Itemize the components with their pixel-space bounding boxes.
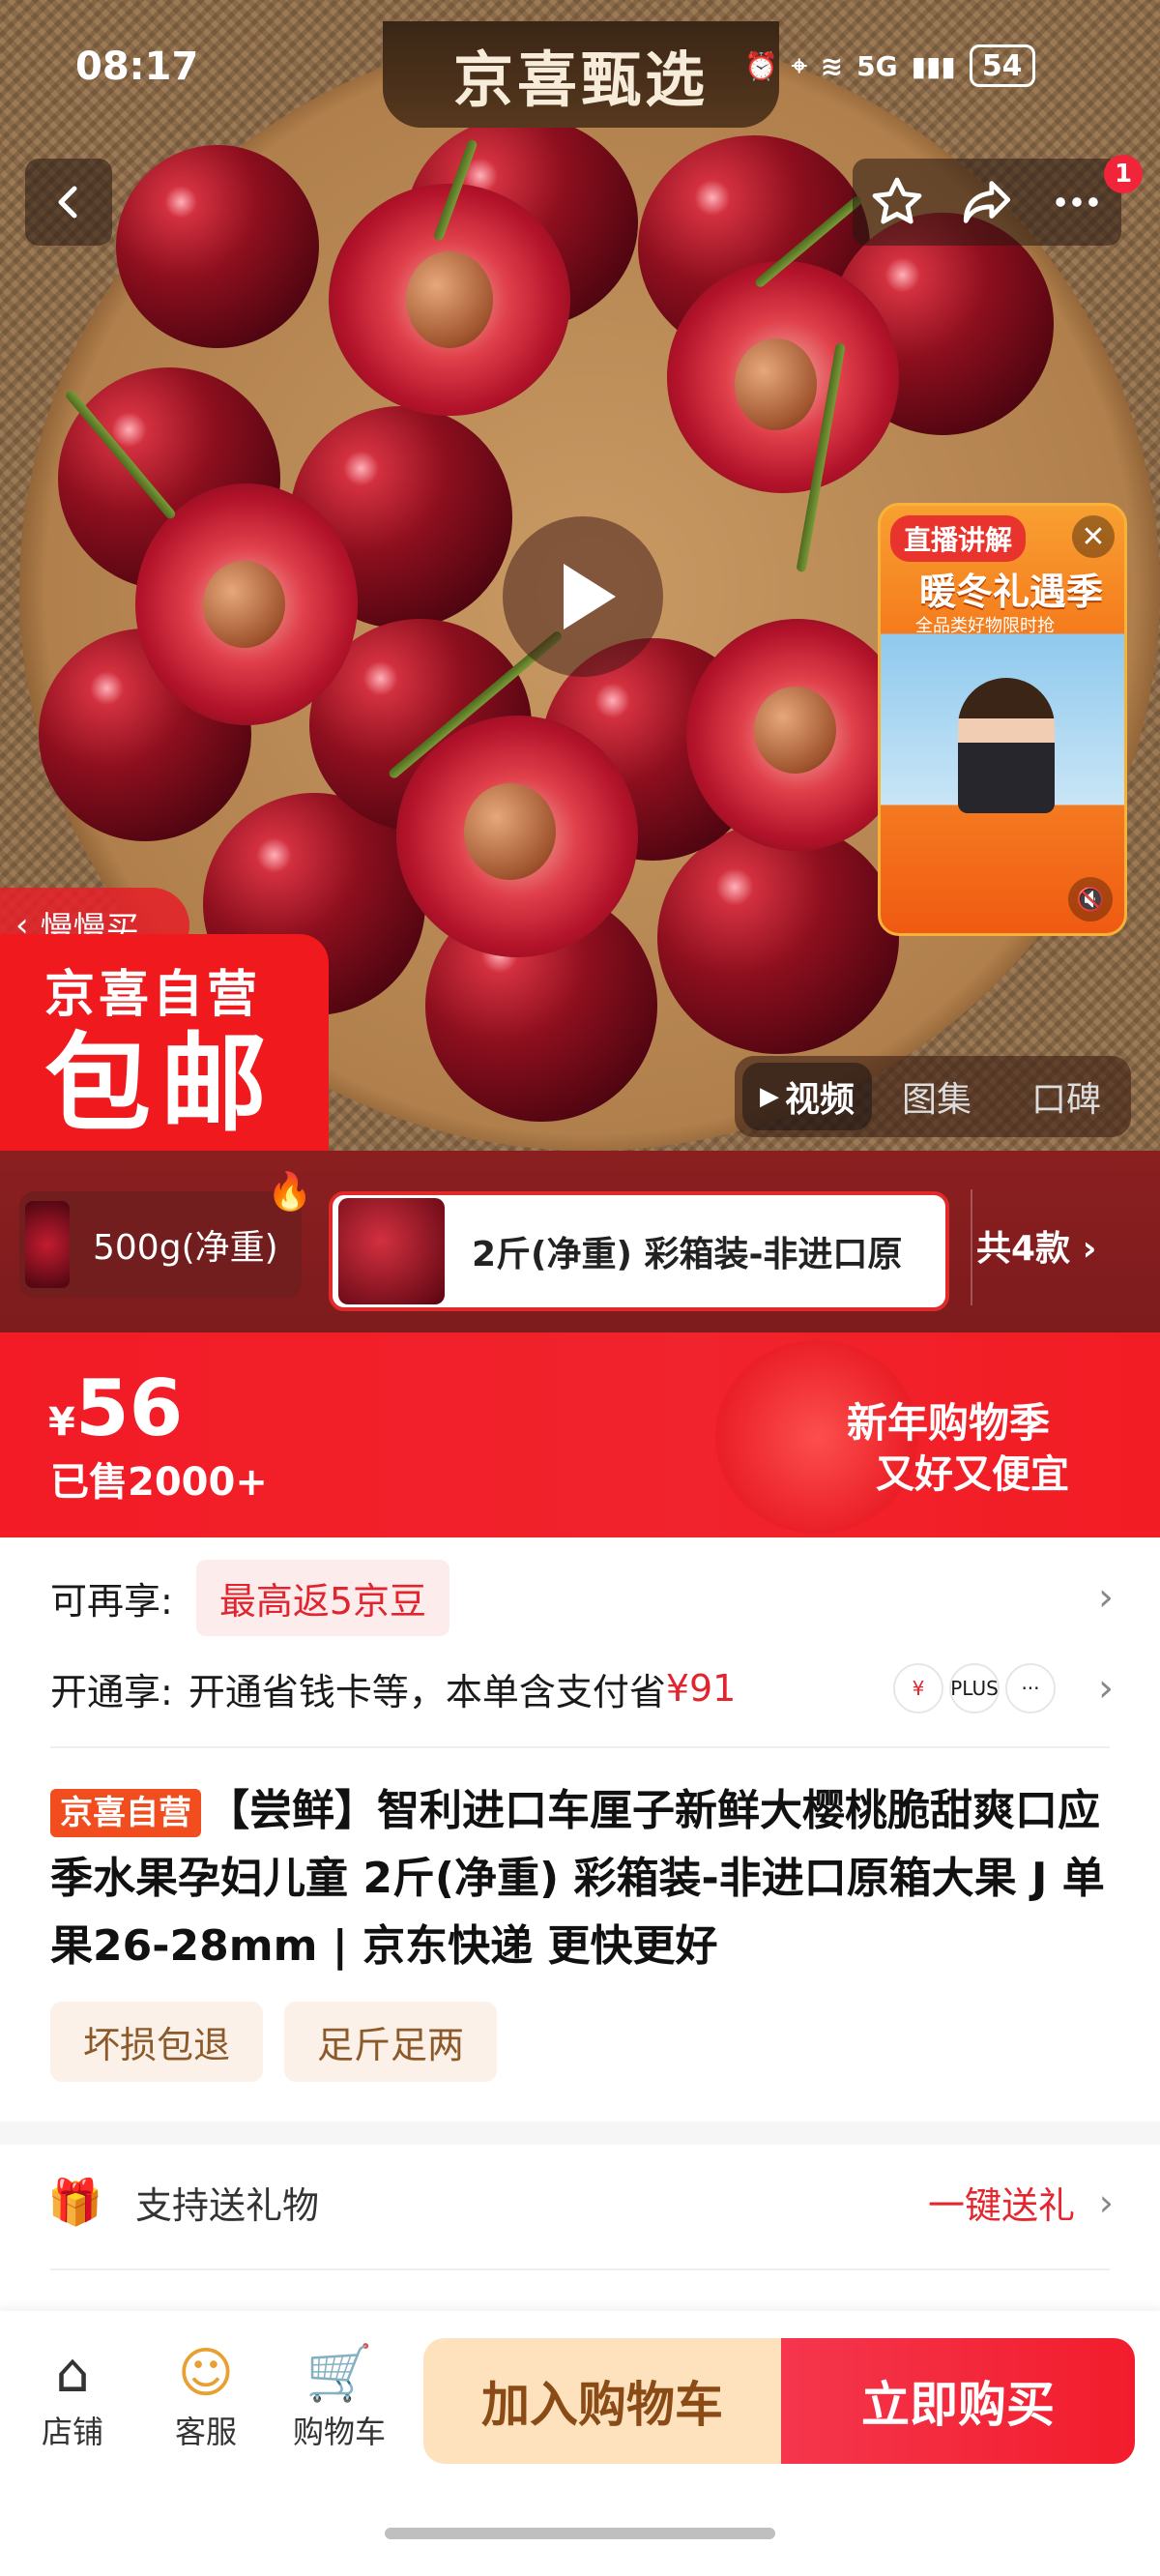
cherry-image: [657, 822, 899, 1054]
location-icon: ⌖: [791, 49, 807, 81]
divider: [50, 2269, 1110, 2270]
store-icon: ⌂: [55, 2342, 90, 2405]
sold-count: 已售2000+: [50, 1460, 268, 1505]
mute-icon[interactable]: 🔇: [1068, 877, 1113, 922]
gift-icon: 🎁: [47, 2176, 103, 2228]
tab-gallery[interactable]: 图集: [872, 1071, 1001, 1122]
battery-indicator: 54: [969, 44, 1035, 87]
add-to-cart-button[interactable]: 加入购物车: [423, 2338, 781, 2464]
cherry-image: [116, 145, 319, 348]
network-label: 5G: [856, 49, 898, 82]
free-shipping-badge: 京喜自营 包邮: [0, 934, 329, 1151]
ship-line-1: 京喜自营: [44, 966, 262, 1024]
live-stream-card[interactable]: 直播讲解 ✕ 暖冬礼遇季 全品类好物限时抢 🔇: [878, 503, 1127, 936]
service-tag[interactable]: 足斤足两: [284, 2002, 498, 2082]
customer-service-icon: ☺: [177, 2342, 235, 2405]
star-icon[interactable]: [869, 174, 925, 230]
variant-count-button[interactable]: 共4款 ›: [976, 1220, 1096, 1271]
ship-line-2: 包邮: [44, 1022, 276, 1146]
section-gap: [0, 2122, 1160, 2145]
brand-banner: 京喜甄选: [383, 21, 779, 128]
plus-icon: PLUS: [949, 1663, 1000, 1713]
variant-label: 2斤(净重) 彩箱装-非进口原: [472, 1235, 903, 1274]
cart-label: 购物车: [292, 2414, 386, 2450]
variant-thumbnail: [338, 1198, 445, 1304]
cherry-pit: [464, 783, 556, 880]
divider: [50, 1746, 1110, 1748]
media-tabs: ▶ 视频 图集 口碑: [735, 1056, 1131, 1137]
signal-icon: ▮▮▮: [911, 49, 956, 82]
chevron-right-icon: ›: [1098, 1575, 1114, 1620]
service-label: 客服: [174, 2414, 237, 2450]
chevron-left-icon: [58, 186, 77, 219]
chevron-right-icon: ›: [1098, 1666, 1114, 1711]
promo-title: 新年购物季: [847, 1399, 1051, 1447]
service-tag[interactable]: 坏损包退: [50, 2002, 264, 2082]
back-button[interactable]: [25, 159, 112, 246]
row-label: 可再享:: [50, 1579, 173, 1623]
more-icon[interactable]: [1049, 174, 1105, 230]
promo-subtitle: 又好又便宜: [876, 1452, 1069, 1497]
brand-name: 京喜甄选: [452, 44, 709, 115]
share-icon[interactable]: [959, 174, 1015, 230]
flame-icon: 🔥: [267, 1170, 313, 1213]
cherry-pit: [754, 687, 836, 774]
home-indicator[interactable]: [385, 2528, 775, 2539]
bean-reward-value: 最高返5京豆: [195, 1559, 450, 1636]
red-packet-icon: ¥: [893, 1663, 943, 1713]
membership-row[interactable]: 开通享: 开通省钱卡等，本单含支付省 ¥91 ¥ PLUS ··· ›: [50, 1650, 1114, 1727]
variant-option[interactable]: 500g(净重): [19, 1191, 302, 1298]
alarm-icon: ⏰: [744, 49, 778, 82]
membership-saving: ¥91: [665, 1667, 737, 1710]
cherry-pit: [735, 338, 817, 430]
price-amount: 56: [75, 1363, 184, 1453]
store-button[interactable]: ⌂ 店铺: [19, 2340, 126, 2452]
product-page: 京喜甄选 08:17 ⏰ ⌖ ≋ 5G ▮▮▮ 54 1 直播讲解 ✕ 暖冬礼遇…: [0, 0, 1160, 2576]
store-label: 店铺: [41, 2414, 103, 2450]
chevron-right-icon: ›: [1082, 1229, 1097, 1269]
cart-icon: 🛒: [305, 2342, 373, 2405]
live-title: 直播讲解: [890, 515, 1027, 562]
chevron-right-icon: ›: [1098, 2181, 1114, 2224]
close-icon[interactable]: ✕: [1072, 515, 1115, 558]
live-banner: 暖冬礼遇季: [919, 571, 1104, 613]
play-video-button[interactable]: [503, 516, 663, 677]
status-time: 08:17: [75, 44, 199, 89]
product-hero-image[interactable]: 京喜甄选 08:17 ⏰ ⌖ ≋ 5G ▮▮▮ 54 1 直播讲解 ✕ 暖冬礼遇…: [0, 0, 1160, 1151]
membership-text: 开通省钱卡等，本单含支付省: [188, 1670, 666, 1713]
variant-label: 500g(净重): [93, 1228, 278, 1268]
bean-reward-row[interactable]: 可再享: 最高返5京豆 ›: [50, 1559, 1114, 1636]
status-icons: ⏰ ⌖ ≋ 5G ▮▮▮ 54: [744, 44, 1035, 87]
product-title-text: 【尝鲜】智利进口车厘子新鲜大樱桃脆甜爽口应季水果孕妇儿童 2斤(净重) 彩箱装-…: [50, 1786, 1105, 1971]
more-icon: ···: [1005, 1663, 1056, 1713]
product-title: 京喜自营 【尝鲜】智利进口车厘子新鲜大樱桃脆甜爽口应季水果孕妇儿童 2斤(净重) …: [50, 1777, 1123, 1980]
message-badge: 1: [1104, 155, 1143, 193]
gift-row[interactable]: 🎁 支持送礼物 一键送礼 ›: [47, 2176, 1114, 2229]
top-actions: [853, 159, 1121, 246]
tab-video[interactable]: ▶ 视频: [742, 1063, 872, 1130]
store-tag: 京喜自营: [50, 1789, 201, 1837]
live-host-image: [958, 678, 1055, 813]
send-gift-link[interactable]: 一键送礼: [928, 2176, 1075, 2229]
wifi-icon: ≋: [820, 49, 844, 82]
price-banner: ¥ 56 已售2000+ 新年购物季 又好又便宜: [0, 1332, 1160, 1537]
variant-option-selected[interactable]: 2斤(净重) 彩箱装-非进口原: [329, 1191, 949, 1311]
tab-reviews[interactable]: 口碑: [1001, 1071, 1131, 1122]
gift-label: 支持送礼物: [135, 2184, 320, 2227]
service-button[interactable]: ☺ 客服: [153, 2340, 259, 2452]
cart-button[interactable]: 🛒 购物车: [286, 2340, 392, 2452]
service-tags: 坏损包退 足斤足两: [50, 2002, 498, 2082]
live-subtitle: 全品类好物限时抢: [915, 616, 1055, 636]
cherry-pit: [203, 561, 285, 648]
row-label: 开通享:: [50, 1670, 173, 1713]
payment-icons: ¥ PLUS ···: [893, 1663, 1056, 1713]
variant-strip: 500g(净重) 🔥 2斤(净重) 彩箱装-非进口原 共4款 ›: [0, 1151, 1160, 1332]
play-icon: ▶: [759, 1082, 779, 1111]
buy-now-button[interactable]: 立即购买: [781, 2338, 1135, 2464]
variant-thumbnail: [25, 1201, 70, 1288]
cherry-pit: [406, 251, 493, 348]
divider: [971, 1189, 972, 1305]
price-currency: ¥: [48, 1400, 75, 1445]
